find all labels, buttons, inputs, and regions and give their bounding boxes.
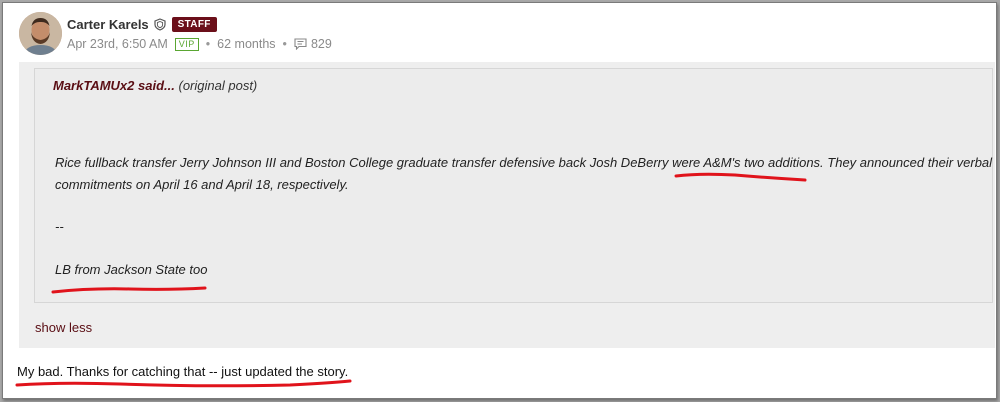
comment-count: 829 (310, 37, 332, 51)
quote-separator: -- (55, 219, 64, 234)
quote-body-line-3: LB from Jackson State too (55, 262, 208, 277)
quote-body-line-2: commitments on April 16 and April 18, re… (55, 177, 349, 192)
quote-author-name[interactable]: MarkTAMUx2 (53, 78, 134, 93)
avatar[interactable] (19, 12, 62, 55)
post-meta: Apr 23rd, 6:50 AM VIP • 62 months • 829 (67, 37, 332, 51)
show-less-link[interactable]: show less (35, 320, 92, 335)
staff-badge: STAFF (171, 17, 217, 32)
quote-said: said... (138, 78, 175, 93)
member-tenure: 62 months (217, 37, 276, 51)
reply-text: My bad. Thanks for catching that -- just… (17, 364, 349, 379)
quote-body-line-1: Rice fullback transfer Jerry Johnson III… (55, 155, 993, 170)
quote-header: MarkTAMUx2 said... (original post) (53, 75, 257, 97)
original-post-link[interactable]: (original post) (179, 78, 258, 93)
vip-badge: VIP (174, 37, 199, 51)
post-date[interactable]: Apr 23rd, 6:50 AM (67, 37, 168, 51)
separator-dot: • (205, 37, 211, 51)
shield-icon (154, 18, 166, 31)
author-name[interactable]: Carter Karels (67, 17, 149, 32)
author-row: Carter Karels STAFF (67, 17, 217, 32)
comment-icon (294, 38, 307, 51)
separator-dot: • (282, 37, 287, 51)
